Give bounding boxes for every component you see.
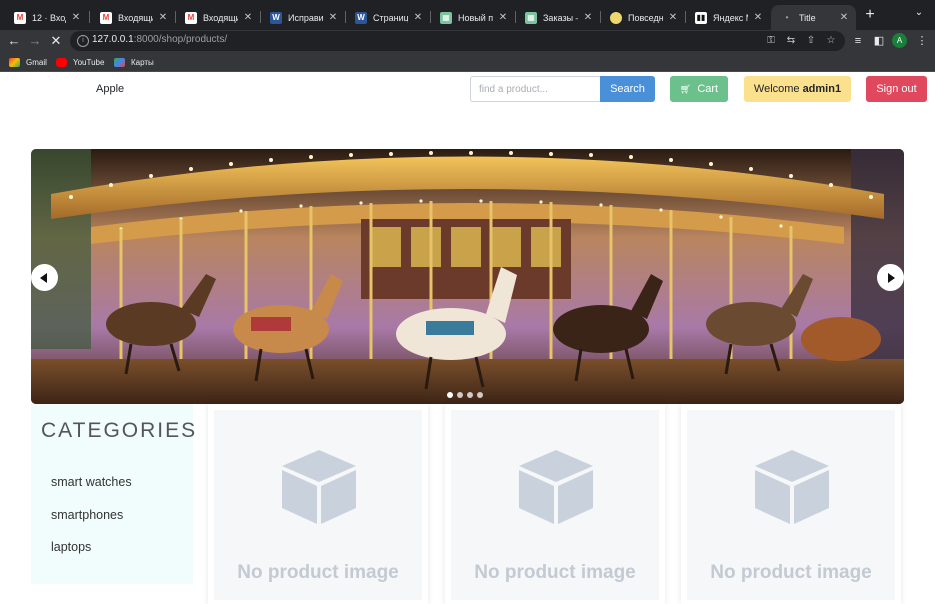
page-content: Apple Search 🛒︎ Cart Welcome admin1 Sign… [0,72,935,604]
browser-tab[interactable]: Повседнев ✕ [600,5,685,30]
browser-tab[interactable]: ▦ Новый про ✕ [430,5,515,30]
browser-tab[interactable]: M Входящие ✕ [175,5,260,30]
welcome-prefix: Welcome [753,83,800,95]
product-image-placeholder: No product image [451,410,659,600]
browser-tab-active[interactable]: • Title ✕ [771,5,856,30]
cart-label: Cart [697,83,719,95]
chevron-right-icon [888,272,895,283]
carousel-indicator[interactable] [447,392,453,398]
carousel-prev-button[interactable] [31,264,58,291]
close-icon[interactable]: ✕ [412,12,424,23]
browser-tab[interactable]: ▮▮ Яндекс Му ✕ [685,5,770,30]
cart-button[interactable]: 🛒︎ Cart [670,76,728,102]
search-button[interactable]: Search [600,76,655,102]
bookmark-gmail[interactable]: Gmail [9,55,47,69]
brand-link[interactable]: Apple [96,83,124,95]
username: admin1 [802,83,842,95]
categories-panel: CATEGORIES smart watches smartphones lap… [31,404,195,584]
product-image-placeholder: No product image [214,410,422,600]
info-icon[interactable]: i [77,35,89,47]
browser-tab[interactable]: W Исправить ✕ [260,5,345,30]
sheets-icon: ▦ [440,11,452,24]
cart-icon: 🛒︎ [679,83,692,94]
browser-tab-strip: M 12 · Входящ ✕ M Входящие ✕ M Входящие … [0,0,935,30]
carousel-next-button[interactable] [877,264,904,291]
carousel-indicator[interactable] [457,392,463,398]
welcome-button[interactable]: Welcome admin1 [744,76,851,102]
browser-tab[interactable]: M Входящие ✕ [90,5,175,30]
chevron-left-icon [40,272,47,283]
gmail-icon [9,57,20,67]
address-bar[interactable]: i 127.0.0.1:8000/shop/products/ ⚿ ⇆ ⇧ ☆ [70,31,845,51]
box-icon [755,450,829,524]
close-icon[interactable]: ✕ [497,12,509,23]
back-icon[interactable]: ← [5,32,23,50]
product-card[interactable]: No product image [681,404,901,604]
maps-icon [114,57,125,67]
bookmark-star-icon[interactable]: ☆ [824,34,838,48]
word-icon: W [355,11,367,24]
no-image-text: No product image [237,562,399,583]
stop-icon[interactable]: ✕ [47,32,65,50]
close-icon[interactable]: ✕ [70,12,82,23]
key-icon[interactable]: ⚿ [764,34,778,48]
gmail-icon: M [100,11,112,24]
close-icon[interactable]: ✕ [327,12,339,23]
carousel-indicator[interactable] [477,392,483,398]
close-icon[interactable]: ✕ [157,12,169,23]
category-item[interactable]: smartphones [51,508,123,522]
no-image-text: No product image [474,562,636,583]
url-text: 127.0.0.1:8000/shop/products/ [92,34,228,45]
category-item[interactable]: laptops [51,540,91,554]
gmail-icon: M [185,11,197,24]
browser-tab[interactable]: M 12 · Входящ ✕ [4,5,88,30]
share-icon[interactable]: ⇧ [804,34,818,48]
carousel-indicator[interactable] [467,392,473,398]
carousel [31,149,904,404]
categories-title: CATEGORIES [41,419,198,442]
carousel-indicators [447,392,483,398]
browser-toolbar: ← → ✕ i 127.0.0.1:8000/shop/products/ ⚿ … [0,30,935,52]
new-tab-button[interactable]: + [862,7,878,23]
product-card[interactable]: No product image [208,404,428,604]
youtube-icon [56,57,67,67]
kebab-menu-icon[interactable]: ⋮ [914,33,930,49]
close-icon[interactable]: ✕ [667,12,679,23]
tab-search-icon[interactable]: ⌄ [912,7,926,21]
yandex-music-icon: ▮▮ [695,11,707,24]
close-icon[interactable]: ✕ [582,12,594,23]
product-image-placeholder: No product image [687,410,895,600]
word-icon: W [270,11,282,24]
browser-tab[interactable]: W Страница ✕ [345,5,430,30]
gmail-icon: M [14,11,26,24]
page-icon: • [785,13,789,22]
side-panel-icon[interactable]: ◧ [871,33,887,49]
product-card[interactable]: No product image [445,404,665,604]
no-image-text: No product image [710,562,872,583]
signout-button[interactable]: Sign out [866,76,927,102]
bookmarks-bar: Gmail YouTube Карты [0,52,935,72]
bookmark-youtube[interactable]: YouTube [56,55,104,69]
close-icon[interactable]: ✕ [838,12,850,23]
browser-tab[interactable]: ▦ Заказы — X ✕ [515,5,600,30]
box-icon [282,450,356,524]
yandex-icon [610,11,622,24]
box-icon [519,450,593,524]
forward-icon[interactable]: → [26,32,44,50]
category-item[interactable]: smart watches [51,475,132,489]
profile-avatar[interactable]: A [892,33,907,48]
search-input[interactable] [470,76,601,102]
close-icon[interactable]: ✕ [242,12,254,23]
sheets-icon: ▦ [525,11,537,24]
carousel-photo [31,149,904,404]
translate-icon[interactable]: ⇆ [784,34,798,48]
bookmark-maps[interactable]: Карты [114,55,154,69]
media-icon[interactable]: ≡ [850,33,866,49]
close-icon[interactable]: ✕ [752,12,764,23]
